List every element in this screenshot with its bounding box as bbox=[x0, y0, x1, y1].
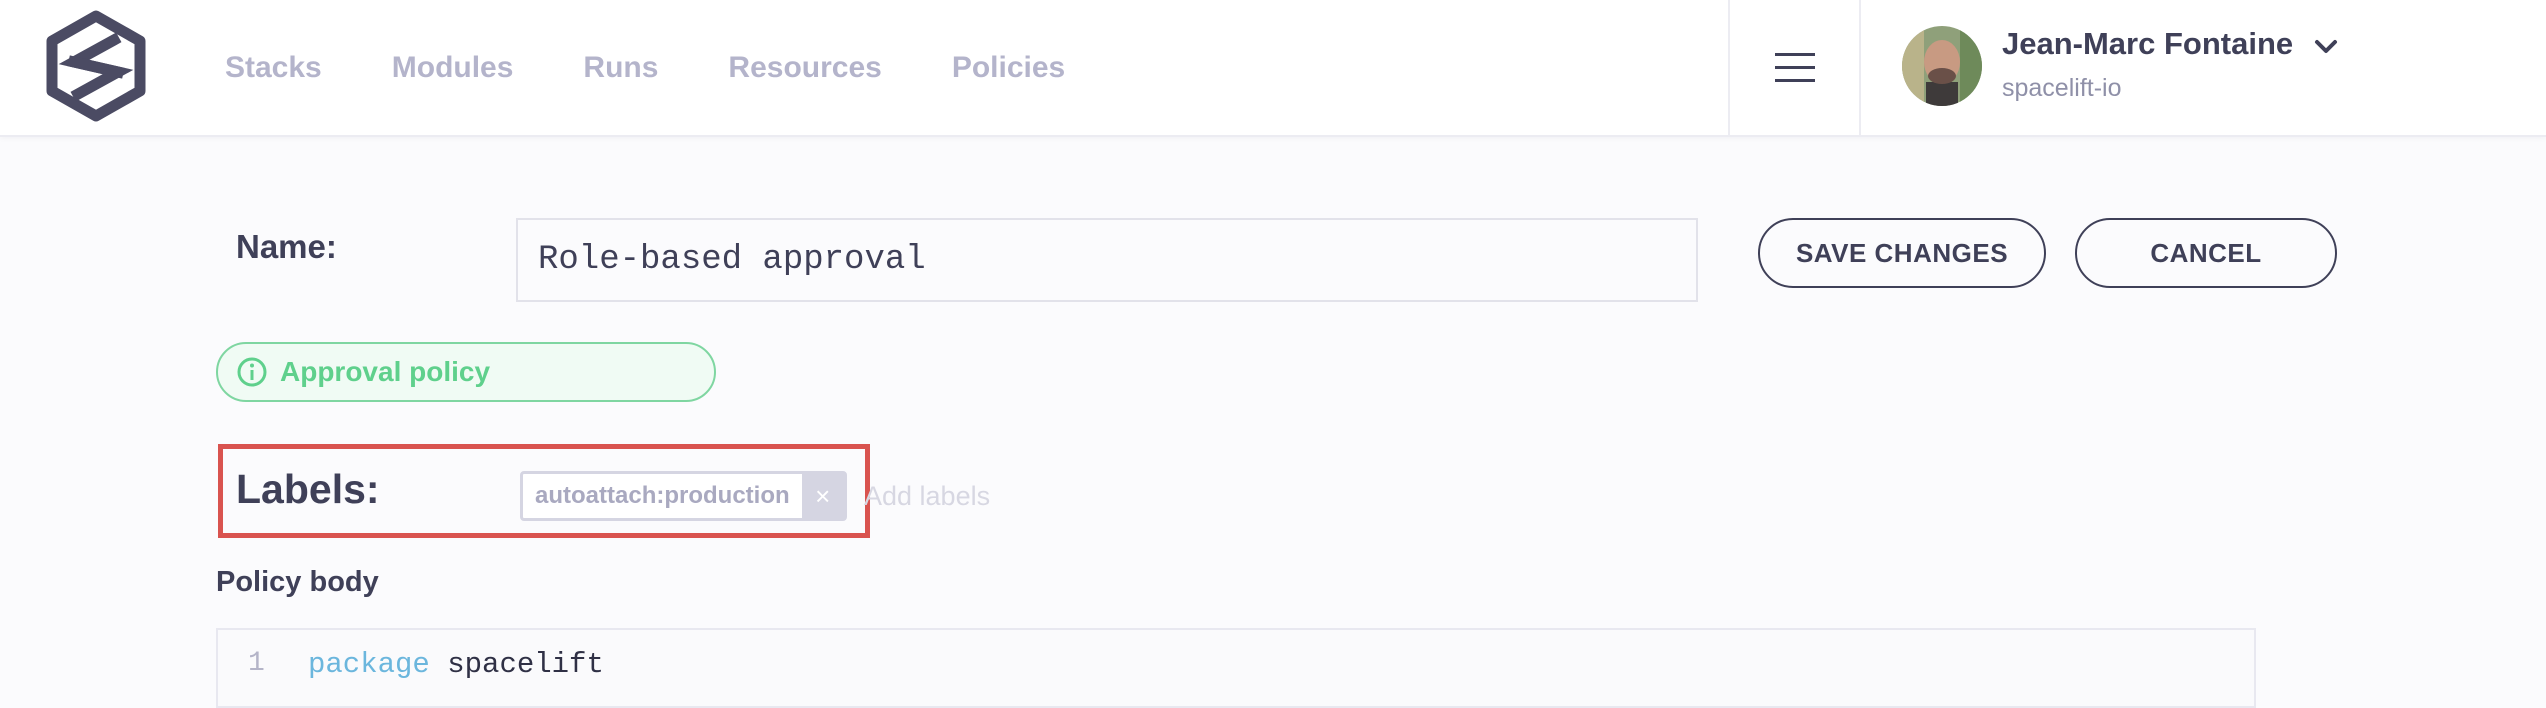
hamburger-menu-button[interactable] bbox=[1730, 0, 1860, 135]
nav-item-resources[interactable]: Resources bbox=[728, 51, 881, 85]
policy-type-label: Approval policy bbox=[280, 356, 491, 387]
nav-item-stacks[interactable]: Stacks bbox=[225, 51, 322, 85]
policy-body-title: Policy body bbox=[216, 566, 379, 598]
line-number: 1 bbox=[248, 648, 265, 679]
save-changes-button[interactable]: SAVE CHANGES bbox=[1758, 218, 2046, 288]
code-keyword: package bbox=[308, 648, 430, 681]
label-tag: autoattach:production × bbox=[520, 471, 847, 521]
nav-item-policies[interactable]: Policies bbox=[952, 51, 1065, 85]
name-label: Name: bbox=[236, 228, 337, 265]
cancel-button[interactable]: CANCEL bbox=[2075, 218, 2337, 288]
user-name: Jean-Marc Fontaine bbox=[2002, 26, 2294, 61]
avatar bbox=[1902, 26, 1982, 106]
info-icon bbox=[237, 357, 267, 387]
top-navigation-bar: Stacks Modules Runs Resources Policies J… bbox=[0, 0, 2546, 137]
spacelift-logo[interactable] bbox=[44, 10, 148, 122]
close-icon[interactable]: × bbox=[801, 474, 844, 518]
policy-type-badge: Approval policy bbox=[216, 342, 716, 402]
nav-item-modules[interactable]: Modules bbox=[392, 51, 514, 85]
labels-label: Labels: bbox=[236, 466, 380, 512]
user-menu[interactable]: Jean-Marc Fontaine spacelift-io bbox=[1860, 0, 2546, 135]
code-text: spacelift bbox=[429, 648, 604, 681]
nav-item-runs[interactable]: Runs bbox=[583, 51, 658, 85]
add-labels-input[interactable] bbox=[862, 480, 1062, 513]
code-line: package spacelift bbox=[308, 648, 604, 681]
main-nav: Stacks Modules Runs Resources Policies bbox=[225, 0, 1065, 135]
label-tag-text: autoattach:production bbox=[535, 482, 790, 509]
user-organization: spacelift-io bbox=[2002, 74, 2122, 102]
policy-name-input[interactable] bbox=[516, 218, 1698, 302]
chevron-down-icon[interactable] bbox=[2312, 36, 2340, 58]
code-editor[interactable]: 1 package spacelift bbox=[216, 628, 2256, 708]
hamburger-menu-icon bbox=[1775, 52, 1815, 82]
